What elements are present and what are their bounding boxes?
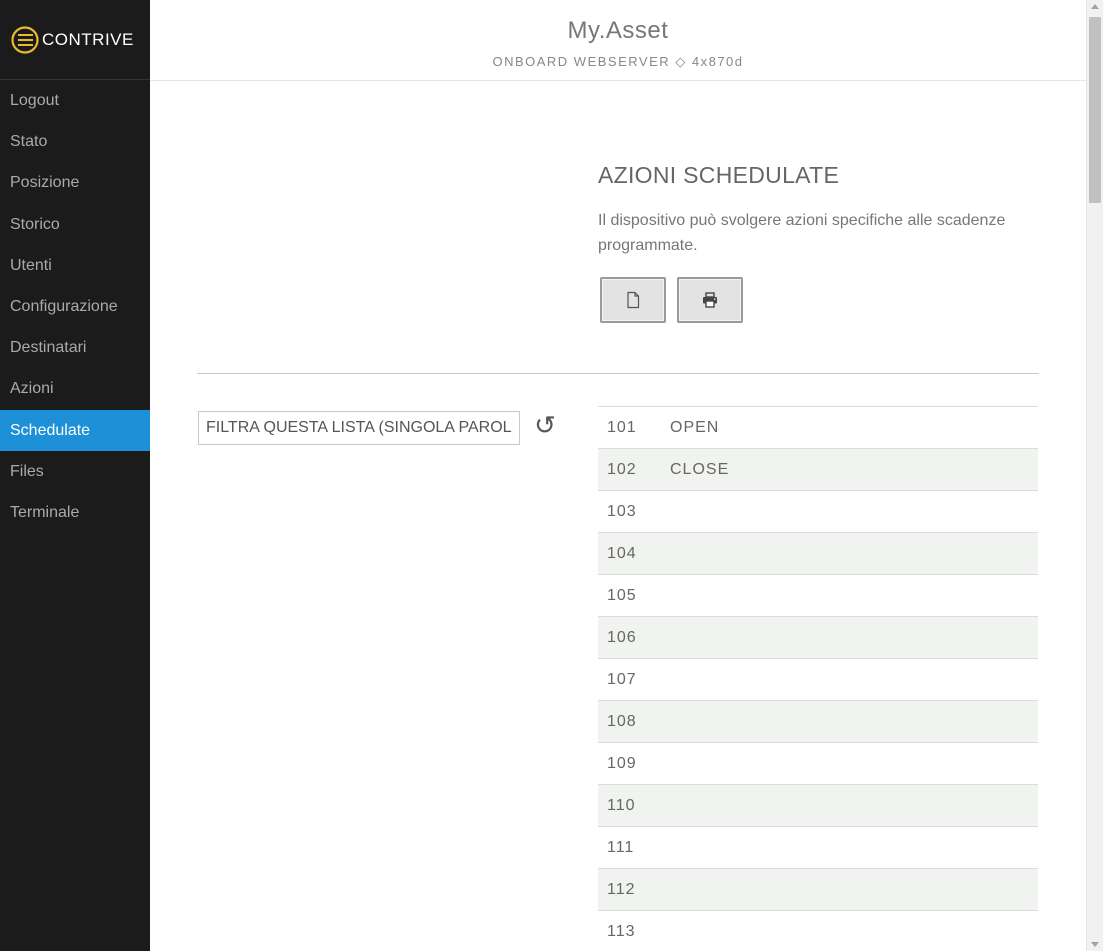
schedule-id: 103: [607, 502, 637, 520]
filter-input[interactable]: [198, 411, 520, 445]
sidebar-item-files[interactable]: Files: [0, 451, 150, 492]
schedule-list: 101 OPEN 102 CLOSE 103 104 105 106 107 108 109 110 1…: [598, 406, 1038, 951]
brand-logo[interactable]: CONTRIVE: [0, 0, 150, 80]
sidebar-nav: Logout Stato Posizione Storico Utenti Co…: [0, 80, 150, 533]
table-row[interactable]: 107: [598, 659, 1038, 701]
table-row[interactable]: 106: [598, 617, 1038, 659]
table-row[interactable]: 101 OPEN: [598, 407, 1038, 449]
print-icon: [703, 292, 717, 308]
schedule-action: CLOSE: [670, 460, 730, 478]
schedule-id: 109: [607, 754, 637, 772]
reset-filter-icon[interactable]: ↺: [531, 410, 559, 440]
new-schedule-button[interactable]: [600, 277, 666, 323]
page-subtitle: ONBOARD WEBSERVER ◇ 4x870d: [492, 54, 744, 69]
schedule-id: 111: [607, 838, 635, 856]
page-scrollbar[interactable]: [1086, 0, 1103, 951]
scroll-up-icon[interactable]: [1091, 4, 1099, 9]
table-row[interactable]: 103: [598, 491, 1038, 533]
section-description: Il dispositivo può svolgere azioni speci…: [598, 212, 1006, 254]
schedule-id: 113: [607, 922, 636, 940]
schedule-id: 108: [607, 712, 637, 730]
print-button[interactable]: [677, 277, 743, 323]
table-row[interactable]: 104: [598, 533, 1038, 575]
schedule-id: 112: [607, 880, 636, 898]
file-icon: [627, 291, 640, 309]
sidebar-item-utenti[interactable]: Utenti: [0, 245, 150, 286]
schedule-id: 102: [607, 460, 637, 478]
schedule-id: 106: [607, 628, 637, 646]
sidebar: CONTRIVE Logout Stato Posizione Storico …: [0, 0, 150, 951]
sidebar-item-logout[interactable]: Logout: [0, 80, 150, 121]
table-row[interactable]: 105: [598, 575, 1038, 617]
schedule-id: 107: [607, 670, 637, 688]
brand-name: CONTRIVE: [42, 29, 134, 49]
page-header: My.Asset ONBOARD WEBSERVER ◇ 4x870d: [150, 0, 1086, 81]
table-row[interactable]: 109: [598, 743, 1038, 785]
sidebar-item-stato[interactable]: Stato: [0, 121, 150, 162]
scrollbar-thumb[interactable]: [1089, 17, 1101, 203]
schedule-action: OPEN: [670, 418, 720, 436]
table-row[interactable]: 110: [598, 785, 1038, 827]
sidebar-item-storico[interactable]: Storico: [0, 204, 150, 245]
schedule-id: 104: [607, 544, 637, 562]
schedule-id: 105: [607, 586, 637, 604]
table-row[interactable]: 112: [598, 869, 1038, 911]
sidebar-item-destinatari[interactable]: Destinatari: [0, 327, 150, 368]
table-row[interactable]: 113: [598, 911, 1038, 951]
sidebar-item-azioni[interactable]: Azioni: [0, 368, 150, 409]
scroll-down-icon[interactable]: [1091, 942, 1099, 947]
section-title: AZIONI SCHEDULATE: [598, 162, 840, 188]
sidebar-item-posizione[interactable]: Posizione: [0, 162, 150, 203]
sidebar-item-schedulate[interactable]: Schedulate: [0, 409, 150, 451]
section-divider: [197, 373, 1039, 374]
page-title: My.Asset: [567, 17, 669, 44]
sidebar-item-configurazione[interactable]: Configurazione: [0, 286, 150, 327]
sidebar-item-terminale[interactable]: Terminale: [0, 492, 150, 533]
table-row[interactable]: 111: [598, 827, 1038, 869]
table-row[interactable]: 108: [598, 701, 1038, 743]
schedule-id: 110: [607, 796, 636, 814]
contrive-logo-icon: [11, 25, 39, 54]
table-row[interactable]: 102 CLOSE: [598, 449, 1038, 491]
schedule-id: 101: [607, 418, 637, 436]
